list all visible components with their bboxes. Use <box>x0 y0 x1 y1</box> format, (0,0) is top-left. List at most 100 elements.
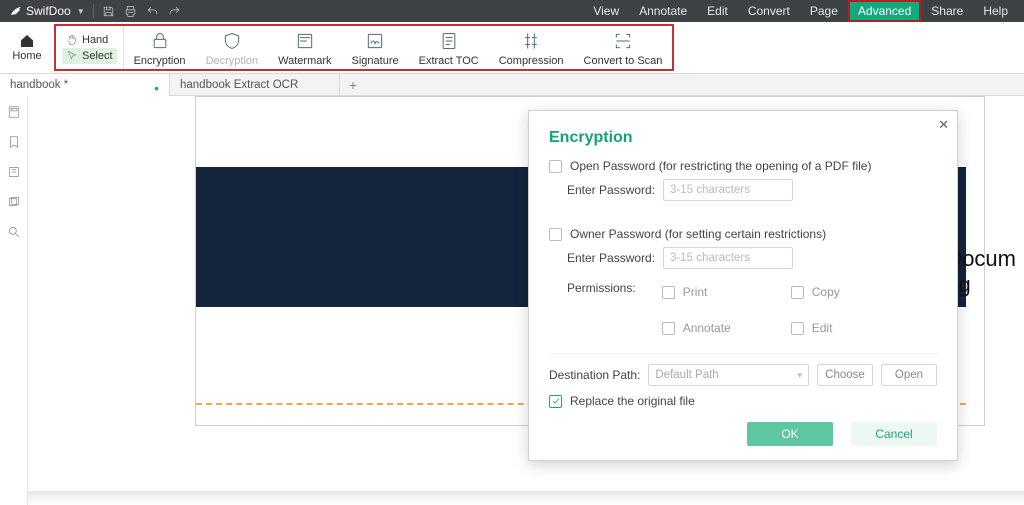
save-button[interactable] <box>98 0 120 22</box>
bird-logo-icon <box>10 5 22 17</box>
menu-help[interactable]: Help <box>973 0 1018 22</box>
owner-password-input[interactable] <box>663 247 793 269</box>
destination-label: Destination Path: <box>549 368 640 382</box>
decryption-tool[interactable]: Decryption <box>196 26 269 69</box>
separator <box>93 4 94 18</box>
open-password-input[interactable] <box>663 179 793 201</box>
replace-checkbox[interactable] <box>549 395 562 408</box>
menu-edit[interactable]: Edit <box>697 0 738 22</box>
destination-select[interactable]: Default Path ▾ <box>648 364 809 386</box>
owner-password-label: Owner Password (for setting certain rest… <box>570 227 826 241</box>
chevron-down-icon: ▼ <box>77 7 85 16</box>
permissions-label: Permissions: <box>567 281 636 295</box>
redo-button[interactable] <box>164 0 186 22</box>
hand-icon <box>66 34 78 46</box>
layers-panel-button[interactable] <box>6 194 22 210</box>
perm-edit-checkbox[interactable] <box>791 322 804 335</box>
check-icon <box>551 396 561 406</box>
cursor-icon <box>66 50 78 62</box>
doc-tab-1[interactable]: handbook * • <box>0 74 170 96</box>
app-brand[interactable]: SwifDoo ▼ <box>6 4 89 18</box>
replace-row: Replace the original file <box>549 394 937 408</box>
choose-button[interactable]: Choose <box>817 364 873 386</box>
search-icon <box>7 225 21 239</box>
perm-print-checkbox[interactable] <box>662 286 675 299</box>
search-panel-button[interactable] <box>6 224 22 240</box>
plus-icon: + <box>349 77 357 93</box>
sign-icon <box>365 31 385 51</box>
home-label: Home <box>12 50 41 62</box>
scan-icon <box>613 31 633 51</box>
perm-annotate-checkbox[interactable] <box>662 322 675 335</box>
menu-page[interactable]: Page <box>800 0 848 22</box>
menu-share[interactable]: Share <box>921 0 973 22</box>
signature-tool[interactable]: Signature <box>342 26 409 69</box>
menu-convert[interactable]: Convert <box>738 0 800 22</box>
attachment-icon <box>7 165 21 179</box>
print-button[interactable] <box>120 0 142 22</box>
ok-button[interactable]: OK <box>747 422 833 446</box>
menubar: SwifDoo ▼ View Annotate Edit Convert Pag… <box>0 0 1024 22</box>
menu-annotate[interactable]: Annotate <box>629 0 697 22</box>
side-rail <box>0 96 28 505</box>
toc-icon <box>439 31 459 51</box>
cursor-tools: Hand Select <box>56 26 124 69</box>
menu-view[interactable]: View <box>583 0 629 22</box>
print-icon <box>124 5 137 18</box>
encryption-label: Encryption <box>134 55 186 67</box>
permissions-row: Permissions: Print Annotate Copy Edit <box>567 279 937 341</box>
scan-label: Convert to Scan <box>584 55 663 67</box>
dialog-actions: OK Cancel <box>549 422 937 446</box>
advanced-toolgroup: Hand Select Encryption Decryption Waterm… <box>54 24 674 71</box>
extract-toc-tool[interactable]: Extract TOC <box>409 26 489 69</box>
cancel-button[interactable]: Cancel <box>851 422 937 446</box>
extract-toc-label: Extract TOC <box>419 55 479 67</box>
encryption-tool[interactable]: Encryption <box>124 26 196 69</box>
shield-icon <box>222 31 242 51</box>
open-button[interactable]: Open <box>881 364 937 386</box>
replace-label: Replace the original file <box>570 394 695 408</box>
dialog-title: Encryption <box>549 129 937 147</box>
new-tab-button[interactable]: + <box>340 77 366 93</box>
decryption-label: Decryption <box>206 55 259 67</box>
undo-icon <box>146 5 159 18</box>
save-icon <box>102 5 115 18</box>
home-icon <box>18 33 36 49</box>
menu-advanced[interactable]: Advanced <box>848 0 921 22</box>
open-password-row: Open Password (for restricting the openi… <box>549 159 937 173</box>
open-password-checkbox[interactable] <box>549 160 562 173</box>
thumbnails-panel-button[interactable] <box>6 104 22 120</box>
bookmark-icon <box>7 135 21 149</box>
perm-copy-checkbox[interactable] <box>791 286 804 299</box>
perm-edit-label: Edit <box>812 321 833 335</box>
home-button[interactable]: Home <box>0 22 54 73</box>
compress-icon <box>521 31 541 51</box>
attachments-panel-button[interactable] <box>6 164 22 180</box>
undo-button[interactable] <box>142 0 164 22</box>
compression-tool[interactable]: Compression <box>489 26 574 69</box>
destination-value: Default Path <box>655 369 718 381</box>
signature-label: Signature <box>352 55 399 67</box>
perm-print-label: Print <box>683 285 708 299</box>
hand-label: Hand <box>82 34 108 46</box>
encryption-dialog: ✕ Encryption Open Password (for restrict… <box>528 110 958 461</box>
ribbon: Home Hand Select Encryption Decryption W… <box>0 22 1024 74</box>
open-password-label: Open Password (for restricting the openi… <box>570 159 871 173</box>
doc-tab-2-label: handbook Extract OCR <box>180 79 298 91</box>
convert-to-scan-tool[interactable]: Convert to Scan <box>574 26 673 69</box>
owner-password-checkbox[interactable] <box>549 228 562 241</box>
doc-tab-1-label: handbook * <box>10 79 68 91</box>
dialog-close-button[interactable]: ✕ <box>938 117 949 133</box>
hand-tool[interactable]: Hand <box>62 32 117 48</box>
select-tool[interactable]: Select <box>62 48 117 64</box>
thumbnails-icon <box>7 105 21 119</box>
bottom-shadow <box>28 491 1024 505</box>
document-tabstrip: handbook * • handbook Extract OCR + <box>0 74 1024 96</box>
bookmarks-panel-button[interactable] <box>6 134 22 150</box>
enter-password-label-1: Enter Password: <box>567 183 655 197</box>
destination-row: Destination Path: Default Path ▾ Choose … <box>549 364 937 386</box>
owner-password-entry-row: Enter Password: <box>567 247 937 269</box>
watermark-tool[interactable]: Watermark <box>268 26 341 69</box>
lock-icon <box>150 31 170 51</box>
doc-tab-2[interactable]: handbook Extract OCR <box>170 74 340 96</box>
